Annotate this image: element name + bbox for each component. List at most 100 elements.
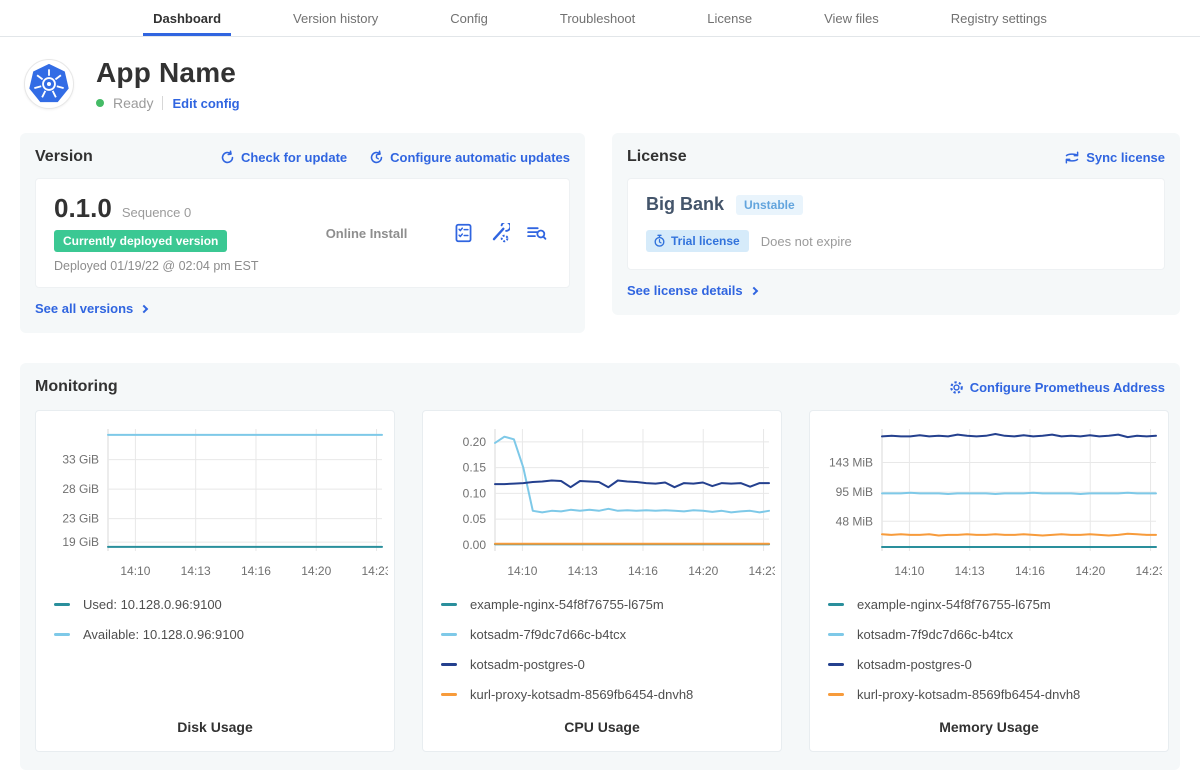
legend-label: kotsadm-7f9dc7d66c-b4tcx [857,627,1013,642]
version-title: Version [35,148,93,166]
svg-text:48 MiB: 48 MiB [836,514,873,528]
configure-prometheus-link[interactable]: Configure Prometheus Address [949,380,1165,395]
svg-text:14:13: 14:13 [955,564,985,578]
legend-dash-icon [828,693,844,696]
sync-license-link[interactable]: Sync license [1064,150,1165,165]
legend-item: kotsadm-postgres-0 [441,657,773,672]
configure-automatic-updates-link[interactable]: Configure automatic updates [369,150,570,165]
svg-text:14:16: 14:16 [241,564,271,578]
svg-text:14:10: 14:10 [507,564,537,578]
monitoring-title: Monitoring [35,378,118,396]
divider [162,96,163,110]
svg-text:14:16: 14:16 [1015,564,1045,578]
see-license-details-label: See license details [627,283,743,298]
svg-text:14:23: 14:23 [362,564,388,578]
legend-item: kotsadm-7f9dc7d66c-b4tcx [441,627,773,642]
see-all-versions-link[interactable]: See all versions [35,301,147,316]
legend-dash-icon [828,603,844,606]
nav-tabs: Dashboard Version history Config Troublesho… [117,0,1083,36]
chevron-right-icon [749,286,757,294]
see-license-details-link[interactable]: See license details [627,283,757,298]
channel-badge: Unstable [736,195,803,215]
check-for-update-link[interactable]: Check for update [220,150,347,165]
svg-text:14:20: 14:20 [301,564,331,578]
svg-text:33 GiB: 33 GiB [62,453,99,467]
monitoring-section: Monitoring Configure Prometheus Address … [20,363,1180,770]
config-wrench-icon[interactable] [489,223,510,243]
chart-card-disk-usage: 14:10 14:13 14:16 14:20 14:23 33 GiB 28 GiB 23 … [35,410,395,752]
app-icon [24,59,74,109]
disk-usage-chart: 14:10 14:13 14:16 14:20 14:23 33 GiB 28 GiB 23 … [44,421,388,581]
kubernetes-icon [27,62,71,106]
svg-text:19 GiB: 19 GiB [62,535,99,549]
tab-view-files[interactable]: View files [814,0,889,36]
legend-label: Used: 10.128.0.96:9100 [83,597,222,612]
legend-dash-icon [828,633,844,636]
refresh-icon [220,150,235,165]
tab-version-history[interactable]: Version history [283,0,388,36]
chart-title: CPU Usage [431,719,773,735]
svg-text:14:10: 14:10 [120,564,150,578]
tab-config[interactable]: Config [440,0,498,36]
current-version-card: 0.1.0 Sequence 0 Currently deployed vers… [35,178,570,288]
license-expiration: Does not expire [761,234,852,249]
svg-text:28 GiB: 28 GiB [62,482,99,496]
sync-icon [1064,150,1080,165]
legend-dash-icon [441,663,457,666]
app-header: App Name Ready Edit config [0,37,1200,111]
chart-card-cpu-usage: 14:1014:1314:1614:2014:230.200.150.100.0… [422,410,782,752]
svg-text:14:13: 14:13 [568,564,598,578]
license-title: License [627,148,687,166]
cpu-usage-legend: example-nginx-54f8f76755-l675m kotsadm-7f… [441,597,773,719]
svg-text:14:23: 14:23 [749,564,775,578]
tab-dashboard[interactable]: Dashboard [143,0,231,36]
svg-text:14:10: 14:10 [894,564,924,578]
svg-text:0.05: 0.05 [463,512,487,526]
license-card: Big Bank Unstable Trial license Does not… [627,178,1165,270]
memory-usage-legend: example-nginx-54f8f76755-l675m kotsadm-7f… [828,597,1160,719]
legend-item: example-nginx-54f8f76755-l675m [441,597,773,612]
svg-text:14:16: 14:16 [628,564,658,578]
charts-row: 14:10 14:13 14:16 14:20 14:23 33 GiB 28 GiB 23 … [35,410,1165,752]
svg-text:14:13: 14:13 [181,564,211,578]
chart-card-memory-usage: 14:1014:1314:1614:2014:23143 MiB95 MiB48… [809,410,1169,752]
license-type-label: Trial license [671,234,740,248]
tab-troubleshoot[interactable]: Troubleshoot [550,0,645,36]
app-title: App Name [96,57,240,89]
view-logs-icon[interactable] [526,224,547,242]
legend-label: example-nginx-54f8f76755-l675m [857,597,1051,612]
chart-title: Disk Usage [44,719,386,735]
install-type: Online Install [279,226,454,241]
configure-automatic-updates-label: Configure automatic updates [390,150,570,165]
legend-item: kotsadm-7f9dc7d66c-b4tcx [828,627,1160,642]
preflight-checks-icon[interactable] [454,223,473,243]
svg-text:14:20: 14:20 [1075,564,1105,578]
svg-text:0.10: 0.10 [463,486,487,500]
tab-registry-settings[interactable]: Registry settings [941,0,1057,36]
legend-dash-icon [54,633,70,636]
deployed-timestamp: Deployed 01/19/22 @ 02:04 pm EST [54,259,279,273]
tab-license[interactable]: License [697,0,762,36]
legend-dash-icon [441,633,457,636]
legend-dash-icon [828,663,844,666]
edit-config-link[interactable]: Edit config [172,96,239,111]
configure-prometheus-label: Configure Prometheus Address [970,380,1165,395]
legend-label: Available: 10.128.0.96:9100 [83,627,244,642]
version-panel: Version Check for update [20,133,585,333]
svg-text:143 MiB: 143 MiB [829,455,873,469]
legend-dash-icon [441,693,457,696]
check-for-update-label: Check for update [241,150,347,165]
legend-item: kurl-proxy-kotsadm-8569fb6454-dnvh8 [441,687,773,702]
customer-name: Big Bank [646,194,724,215]
app-status: Ready [113,95,153,111]
svg-text:0.00: 0.00 [463,538,487,552]
gear-icon [949,380,964,395]
svg-text:0.20: 0.20 [463,435,487,449]
svg-text:23 GiB: 23 GiB [62,512,99,526]
legend-dash-icon [441,603,457,606]
version-sequence: Sequence 0 [122,205,191,220]
legend-item: example-nginx-54f8f76755-l675m [828,597,1160,612]
legend-label: kotsadm-7f9dc7d66c-b4tcx [470,627,626,642]
top-nav: Dashboard Version history Config Troublesho… [0,0,1200,37]
status-dot [96,99,104,107]
